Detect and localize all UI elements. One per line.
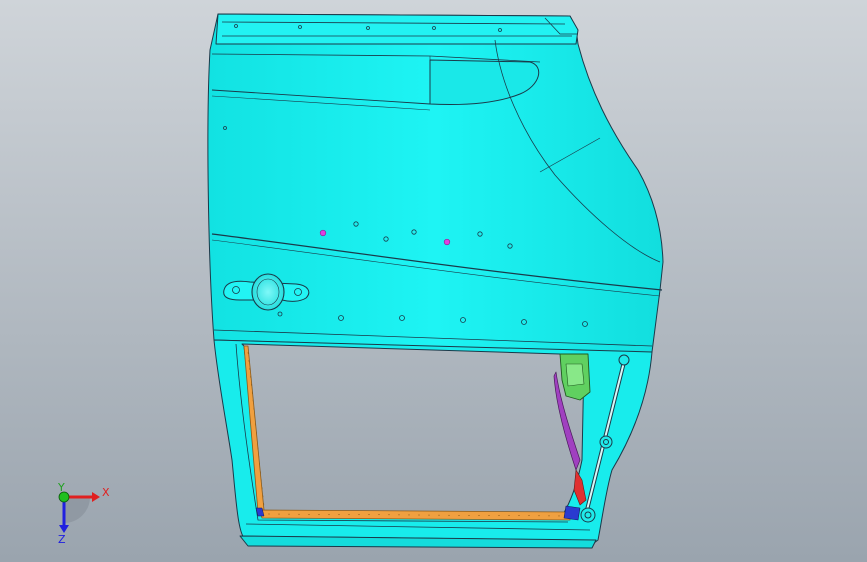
cad-scene[interactable]: X Y Z: [0, 0, 867, 562]
pin-marker: [443, 238, 451, 246]
graphics-viewport[interactable]: X Y Z: [0, 0, 867, 562]
door-top-rail: [215, 13, 579, 45]
pin-marker: [319, 229, 327, 237]
y-axis-label: Y: [57, 481, 65, 494]
z-axis-label: Z: [58, 533, 66, 546]
x-axis-label: X: [102, 486, 110, 499]
